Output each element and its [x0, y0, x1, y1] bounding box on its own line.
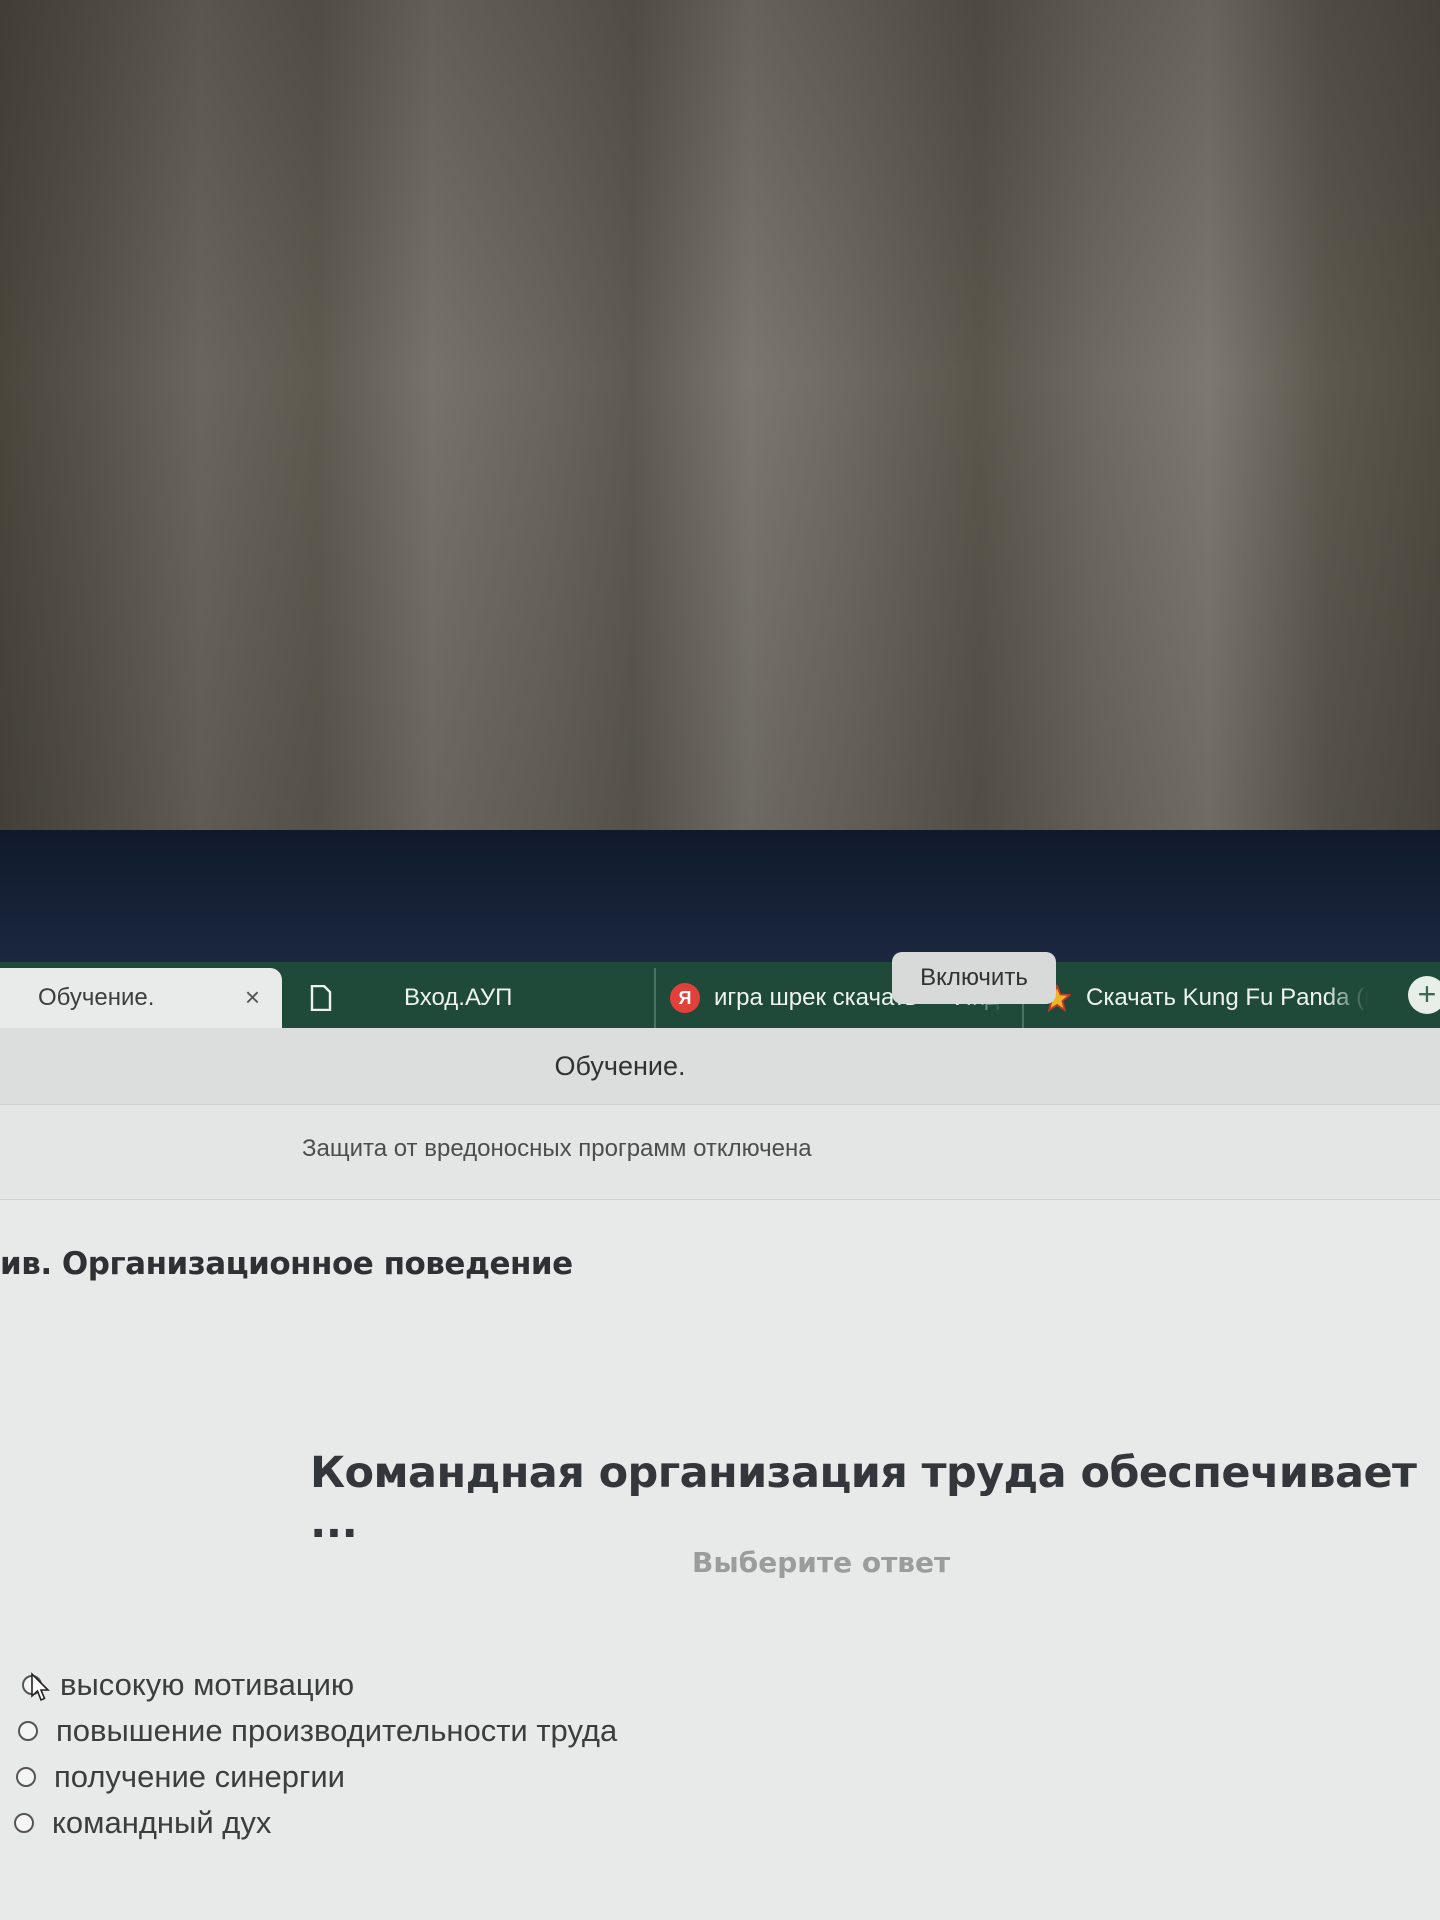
- tab-label: Вход.АУП: [404, 984, 513, 1011]
- answer-option[interactable]: повышение производительности труда: [18, 1708, 617, 1754]
- radio-button[interactable]: [14, 1813, 34, 1833]
- answer-option[interactable]: получение синергии: [16, 1754, 617, 1800]
- tab-label: Скачать Kung Fu Panda (г: [1086, 984, 1368, 1011]
- page-title: Обучение.: [554, 1050, 686, 1081]
- mouse-cursor-icon: [31, 1672, 50, 1702]
- tab-label: Обучение.: [38, 984, 155, 1011]
- protection-message: Защита от вредоносных программ отключена: [302, 1135, 812, 1162]
- tab-obuchenie[interactable]: Обучение. ×: [0, 968, 282, 1028]
- laptop-bezel: [0, 830, 1440, 970]
- radio-button[interactable]: [18, 1721, 38, 1741]
- yandex-icon: Я: [670, 983, 700, 1013]
- browser-window: Обучение. × Вход.АУП Я игра шрек скачать…: [0, 952, 1440, 1920]
- close-icon[interactable]: ×: [245, 982, 260, 1013]
- tab-kung-fu-panda[interactable]: Скачать Kung Fu Panda (г: [1022, 968, 1392, 1028]
- option-label: командный дух: [52, 1805, 272, 1840]
- option-label: повышение производительности труда: [56, 1713, 618, 1748]
- answer-hint: Выберите ответ: [692, 1546, 951, 1579]
- quiz-content: ив. Организационное поведение Командная …: [0, 1200, 1440, 1920]
- answer-option[interactable]: командный дух: [14, 1800, 617, 1846]
- course-title: ив. Организационное поведение: [0, 1246, 573, 1282]
- tab-bar: Обучение. × Вход.АУП Я игра шрек скачать…: [0, 962, 1440, 1028]
- new-tab-button[interactable]: +: [1408, 976, 1440, 1014]
- protection-warning-bar: Защита от вредоносных программ отключена…: [0, 952, 1440, 1200]
- answer-option[interactable]: высокую мотивацию: [22, 1662, 617, 1708]
- page-title-bar[interactable]: Обучение.: [0, 1028, 1440, 1105]
- answer-options: высокую мотивацию повышение производител…: [14, 1662, 617, 1846]
- tab-vhod-aup[interactable]: Вход.АУП: [282, 968, 654, 1028]
- option-label: высокую мотивацию: [60, 1667, 355, 1702]
- document-icon: [310, 985, 332, 1011]
- option-label: получение синергии: [54, 1759, 345, 1794]
- enable-protection-button[interactable]: Включить: [892, 952, 1056, 1004]
- background-wall: [0, 0, 1440, 832]
- radio-button[interactable]: [16, 1767, 36, 1787]
- question-text: Командная организация труда обеспечивает…: [310, 1448, 1417, 1548]
